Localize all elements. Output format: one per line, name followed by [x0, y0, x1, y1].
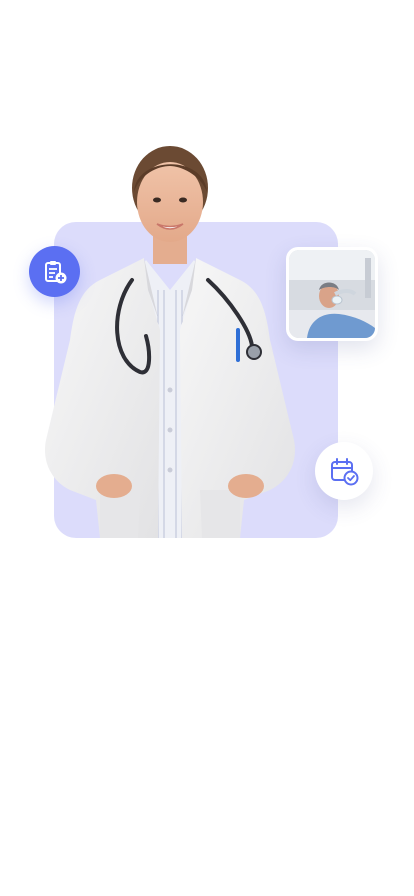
clipboard-badge[interactable] — [29, 246, 80, 297]
doctor-image — [45, 146, 295, 538]
app-screen — [0, 0, 414, 896]
clipboard-plus-icon — [44, 260, 66, 283]
calendar-check-icon — [331, 458, 359, 486]
patient-photo — [289, 250, 375, 338]
hero-illustration — [0, 140, 414, 550]
patient-photo-card[interactable] — [286, 247, 378, 341]
calendar-badge[interactable] — [315, 442, 373, 500]
